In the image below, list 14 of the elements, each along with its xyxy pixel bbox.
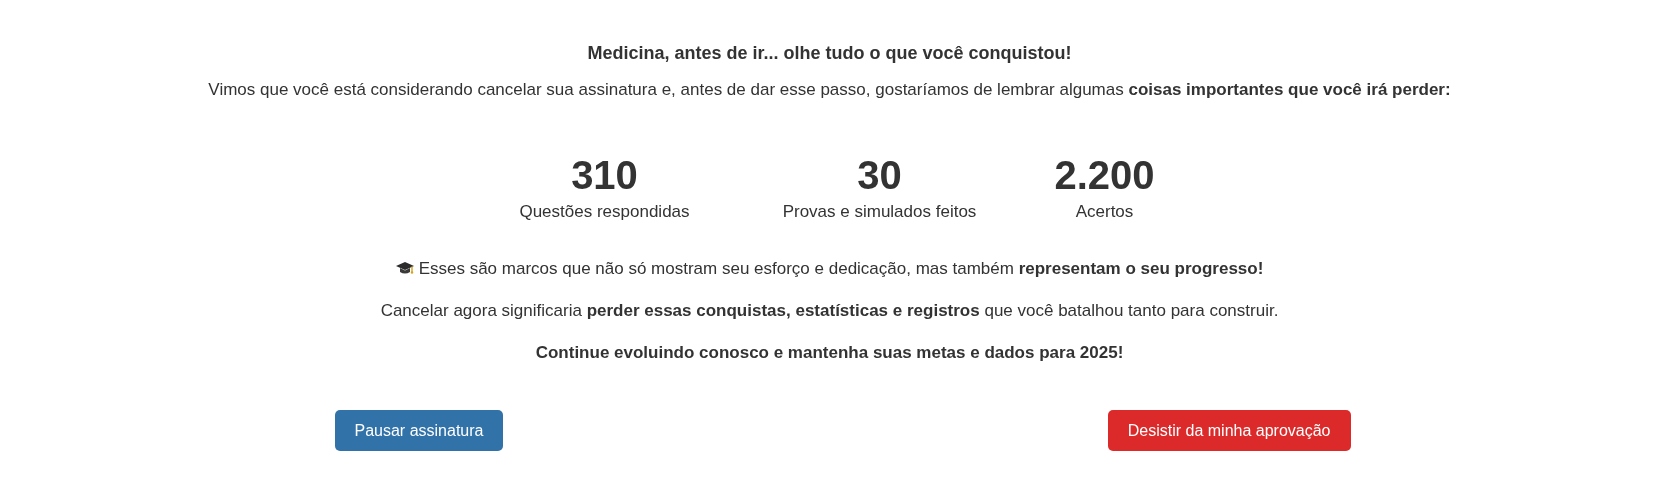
intro-text: Vimos que você está considerando cancelar sua assinatura e, antes de dar esse passo, gostaríamos de lembrar algumas coisas importantes que você irá perder: — [208, 79, 1451, 101]
stat-label: Provas e simulados feitos — [782, 201, 977, 223]
stat-label: Questões respondidas — [519, 201, 690, 223]
page-title: Medicina, antes de ir... olhe tudo o que você conquistou! — [587, 42, 1072, 65]
stat-label: Acertos — [1075, 201, 1134, 223]
stat-value: 2.200 — [1054, 152, 1155, 198]
stat-value: 30 — [857, 152, 902, 198]
message-text: Cancelar agora significaria perder essas conquistas, estatísticas e registros que você batalhou tanto para construir. — [380, 300, 1279, 322]
message-text: Esses são marcos que não só mostram seu esforço e dedicação, mas também representam o seu progresso! — [418, 258, 1264, 280]
message-text: Continue evoluindo conosco e mantenha suas metas e dados para 2025! — [535, 342, 1124, 364]
pause-button[interactable]: Pausar assinatura — [334, 410, 504, 451]
graduation-cap-icon — [395, 261, 414, 277]
quit-button[interactable]: Desistir da minha aprovação — [1107, 410, 1351, 451]
stat-value: 310 — [571, 152, 638, 198]
